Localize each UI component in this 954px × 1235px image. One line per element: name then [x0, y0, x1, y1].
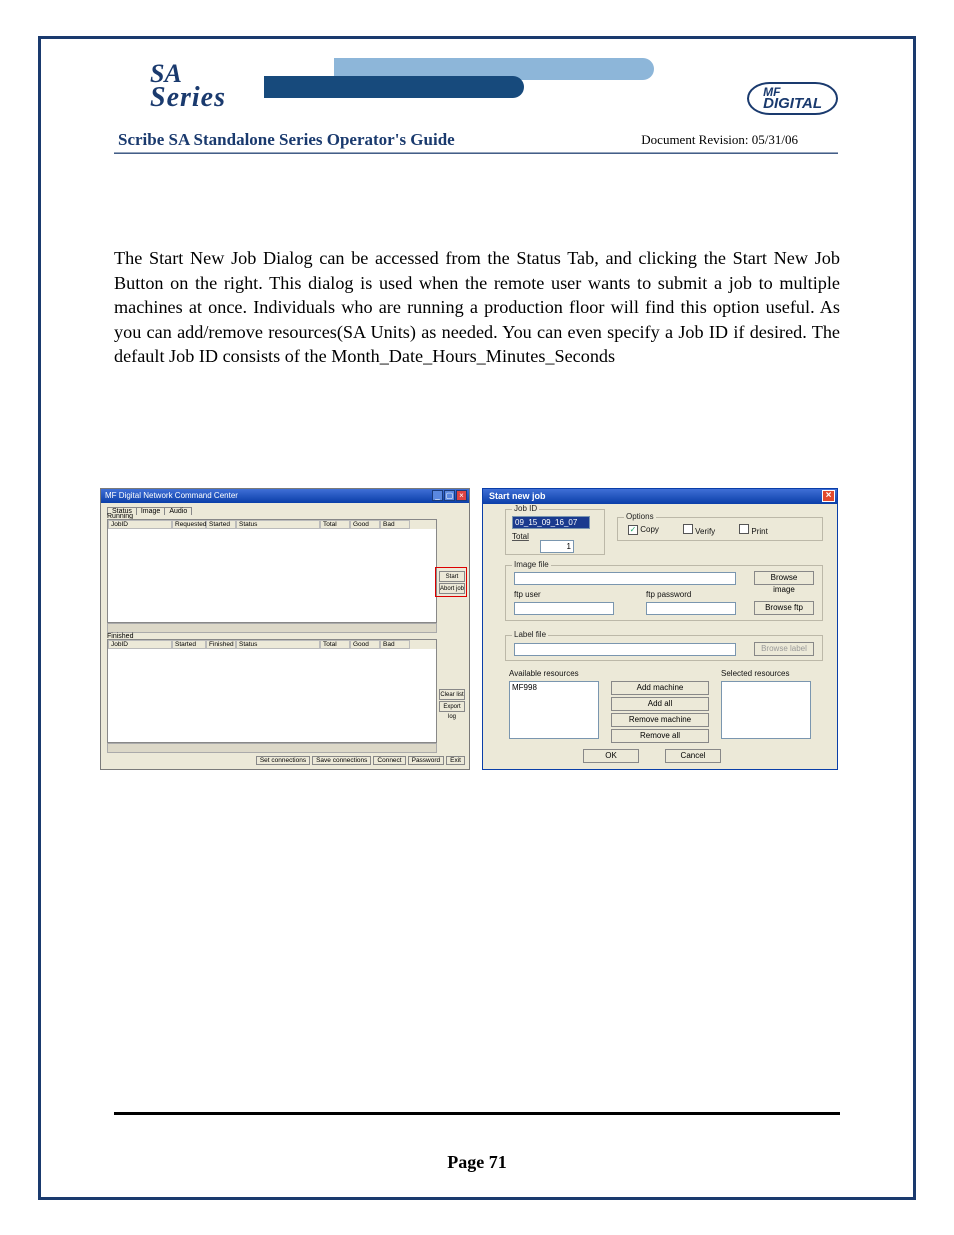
body-paragraph: The Start New Job Dialog can be accessed… [114, 246, 840, 369]
label-file-field[interactable] [514, 643, 736, 656]
jobid-legend: Job ID [512, 504, 539, 513]
verify-label: Verify [695, 527, 715, 536]
col2-finished[interactable]: Finished [206, 640, 236, 649]
label-file-legend: Label file [512, 630, 548, 639]
total-field[interactable]: 1 [540, 540, 574, 553]
ncc-title-text: MF Digital Network Command Center [105, 491, 238, 500]
save-connections-button[interactable]: Save connections [312, 756, 371, 765]
page-number: Page 71 [0, 1152, 954, 1173]
ncc-titlebar: MF Digital Network Command Center _ ▢ × [101, 489, 469, 503]
mf-digital-logo: MF DIGITAL [747, 82, 838, 115]
add-all-button[interactable]: Add all [611, 697, 709, 711]
browse-image-button[interactable]: Browse image [754, 571, 814, 585]
list-item[interactable]: MF998 [512, 683, 596, 692]
options-group: Options ✓ Copy Verify Print [617, 517, 823, 541]
start-new-job-button[interactable]: Start new job [439, 571, 465, 582]
minimize-icon[interactable]: _ [432, 490, 443, 501]
image-file-legend: Image file [512, 560, 551, 569]
copy-label: Copy [640, 525, 659, 534]
document-title: Scribe SA Standalone Series Operator's G… [118, 130, 455, 150]
selected-resources-listbox[interactable] [721, 681, 811, 739]
ncc-window: MF Digital Network Command Center _ ▢ × … [100, 488, 470, 770]
col-good[interactable]: Good [350, 520, 380, 529]
close-icon[interactable]: × [822, 490, 835, 502]
snj-title-text: Start new job [489, 491, 546, 501]
col2-good[interactable]: Good [350, 640, 380, 649]
clear-list-button[interactable]: Clear list [439, 689, 465, 700]
col2-total[interactable]: Total [320, 640, 350, 649]
snj-titlebar: Start new job × [483, 489, 837, 504]
remove-machine-button[interactable]: Remove machine [611, 713, 709, 727]
verify-checkbox[interactable] [683, 524, 693, 534]
ftp-user-field[interactable] [514, 602, 614, 615]
col-status[interactable]: Status [236, 520, 320, 529]
ftp-user-label: ftp user [514, 590, 541, 599]
sa-series-logo: SA Series [150, 62, 226, 111]
password-button[interactable]: Password [408, 756, 445, 765]
finished-grid[interactable]: JobID Started Finished Status Total Good… [107, 639, 437, 743]
running-grid[interactable]: JobID Requested Started Status Total Goo… [107, 519, 437, 623]
jobid-field[interactable]: 09_15_09_16_07 [512, 516, 590, 529]
col-total[interactable]: Total [320, 520, 350, 529]
ok-button[interactable]: OK [583, 749, 639, 763]
selected-resources-label: Selected resources [721, 669, 789, 678]
logo-digital: DIGITAL [763, 95, 822, 112]
image-file-group: Image file Browse image ftp user ftp pas… [505, 565, 823, 621]
image-file-field[interactable] [514, 572, 736, 585]
header-swoosh-graphic [264, 58, 724, 114]
col2-jobid[interactable]: JobID [108, 640, 172, 649]
maximize-icon[interactable]: ▢ [444, 490, 455, 501]
finished-scrollbar[interactable] [107, 743, 437, 753]
header-banner: SA Series MF DIGITAL Scribe SA Standalon… [114, 58, 838, 154]
document-revision: Document Revision: 05/31/06 [641, 132, 798, 148]
tab-image[interactable]: Image [136, 507, 165, 515]
footer-rule [114, 1112, 840, 1115]
jobid-group: Job ID 09_15_09_16_07 Total 1 [505, 509, 605, 555]
available-resources-listbox[interactable]: MF998 [509, 681, 599, 739]
print-label: Print [751, 527, 767, 536]
options-legend: Options [624, 512, 656, 521]
connect-button[interactable]: Connect [373, 756, 405, 765]
close-icon[interactable]: × [456, 490, 467, 501]
col-requested[interactable]: Requested [172, 520, 206, 529]
browse-label-button[interactable]: Browse label [754, 642, 814, 656]
set-connections-button[interactable]: Set connections [256, 756, 310, 765]
total-label: Total [512, 532, 529, 541]
exit-button[interactable]: Exit [446, 756, 465, 765]
label-file-group: Label file Browse label [505, 635, 823, 661]
col-jobid[interactable]: JobID [108, 520, 172, 529]
ftp-password-field[interactable] [646, 602, 736, 615]
ncc-bottom-buttons: Set connections Save connections Connect… [256, 756, 465, 765]
col-started[interactable]: Started [206, 520, 236, 529]
running-scrollbar[interactable] [107, 623, 437, 633]
logo-series: Series [150, 85, 226, 110]
col2-bad[interactable]: Bad [380, 640, 410, 649]
remove-all-button[interactable]: Remove all [611, 729, 709, 743]
add-machine-button[interactable]: Add machine [611, 681, 709, 695]
col2-status[interactable]: Status [236, 640, 320, 649]
col2-started[interactable]: Started [172, 640, 206, 649]
screenshot-figure: MF Digital Network Command Center _ ▢ × … [100, 488, 840, 778]
export-log-button[interactable]: Export log [439, 701, 465, 712]
print-checkbox[interactable] [739, 524, 749, 534]
tab-audio[interactable]: Audio [164, 507, 192, 515]
start-new-job-dialog: Start new job × Job ID 09_15_09_16_07 To… [482, 488, 838, 770]
col-bad[interactable]: Bad [380, 520, 410, 529]
available-resources-label: Available resources [509, 669, 579, 678]
copy-checkbox[interactable]: ✓ [628, 525, 638, 535]
abort-job-button[interactable]: Abort job [439, 583, 465, 594]
ftp-password-label: ftp password [646, 590, 691, 599]
browse-ftp-button[interactable]: Browse ftp [754, 601, 814, 615]
header-rule [114, 152, 838, 154]
cancel-button[interactable]: Cancel [665, 749, 721, 763]
